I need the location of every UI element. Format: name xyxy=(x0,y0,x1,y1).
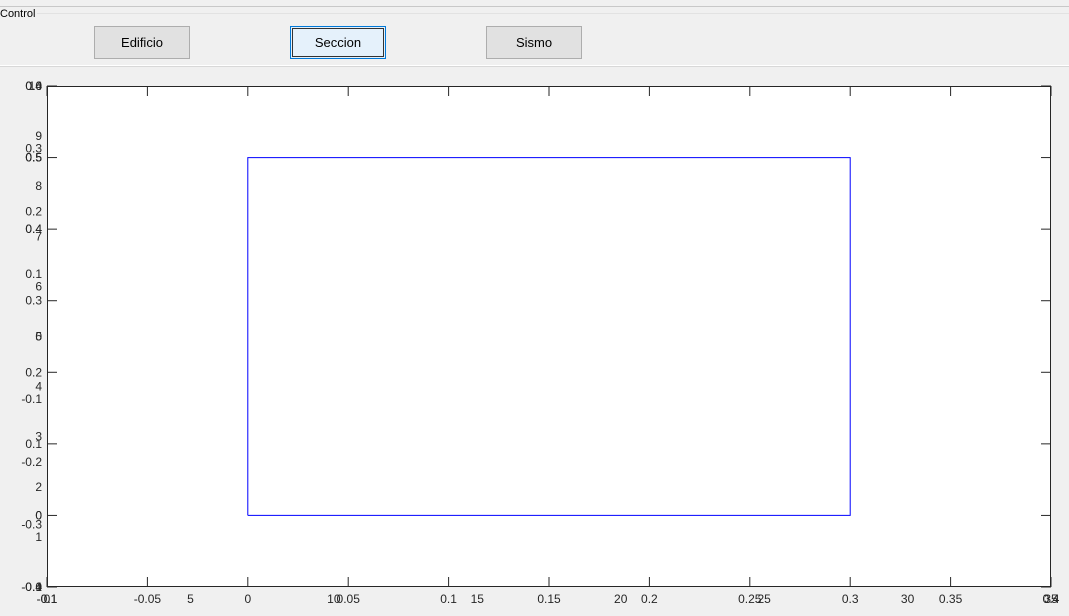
overlapping-axes-1-ytick-label: 0.4 xyxy=(25,79,42,93)
overlapping-axes-1-ytick-label: -0.2 xyxy=(21,455,42,469)
overlapping-axes-1-ytick-label: -0.1 xyxy=(21,392,42,406)
overlapping_axes.0.xticks-xtick-label: 20 xyxy=(614,592,628,606)
overlapping-axes-0-ytick-label: 3 xyxy=(35,430,42,444)
overlapping_axes.1.xticks-xtick-label: 0.4 xyxy=(1043,592,1060,606)
control-panel: Control Edificio Seccion Sismo xyxy=(0,0,1069,67)
overlapping_axes.0.xticks-xtick-label: 10 xyxy=(327,592,341,606)
plot-figure: -0.1 -0.05 0 0.05 0.1 0.15 0.2 0.25 0.3 0.35 0.4 -0… xyxy=(0,67,1069,616)
overlapping-axes-3-ytick-label: 0.4 xyxy=(25,222,42,236)
seccion-button[interactable]: Seccion xyxy=(290,26,386,59)
overlapping_axes.0.xticks-xtick-label: 30 xyxy=(901,592,915,606)
yticks-ytick-label: 0.3 xyxy=(25,294,42,308)
xticks-xtick-label: 0.2 xyxy=(641,592,658,606)
overlapping_axes.0.xticks-xtick-label: 15 xyxy=(471,592,485,606)
xticks-xtick-label: 0 xyxy=(244,592,251,606)
sismo-button[interactable]: Sismo xyxy=(486,26,582,59)
overlapping-axes-1-ytick-label: -0.4 xyxy=(21,580,42,594)
xticks-xtick-label: 0.3 xyxy=(842,592,859,606)
xticks-xtick-label: 0.15 xyxy=(537,592,561,606)
edificio-button[interactable]: Edificio xyxy=(94,26,190,59)
yticks-ytick-label: 0.2 xyxy=(25,365,42,379)
overlapping_axes.0.xticks-xtick-label: 25 xyxy=(757,592,771,606)
overlapping-axes-0-ytick-label: 8 xyxy=(35,179,42,193)
overlapping-axes-1-ytick-label: 0.1 xyxy=(25,267,42,281)
control-panel-divider xyxy=(0,13,1069,14)
plot-area xyxy=(47,86,1051,587)
xticks-xtick-label: 0.1 xyxy=(440,592,457,606)
xticks-xtick-label: -0.05 xyxy=(134,592,162,606)
xticks-xtick-label: 0.35 xyxy=(939,592,963,606)
overlapping_axes.1.xticks-xtick-label: -0.1 xyxy=(37,592,58,606)
control-panel-title: Control xyxy=(0,8,38,20)
overlapping-axes-1-ytick-label: 0 xyxy=(35,330,42,344)
plot-axes: -0.1 -0.05 0 0.05 0.1 0.15 0.2 0.25 0.3 0.35 0.4-0… xyxy=(21,79,1060,606)
overlapping-axes-3-ytick-label: 0.5 xyxy=(25,151,42,165)
overlapping-axes-1-ytick-label: 0.2 xyxy=(25,204,42,218)
overlapping-axes-0-ytick-label: 2 xyxy=(35,480,42,494)
overlapping_axes.0.xticks-xtick-label: 5 xyxy=(187,592,194,606)
overlapping-axes-0-ytick-label: 1 xyxy=(35,530,42,544)
overlapping-axes-2-ytick-label: 0 xyxy=(35,508,42,522)
overlapping-axes-0-ytick-label: 6 xyxy=(35,279,42,293)
